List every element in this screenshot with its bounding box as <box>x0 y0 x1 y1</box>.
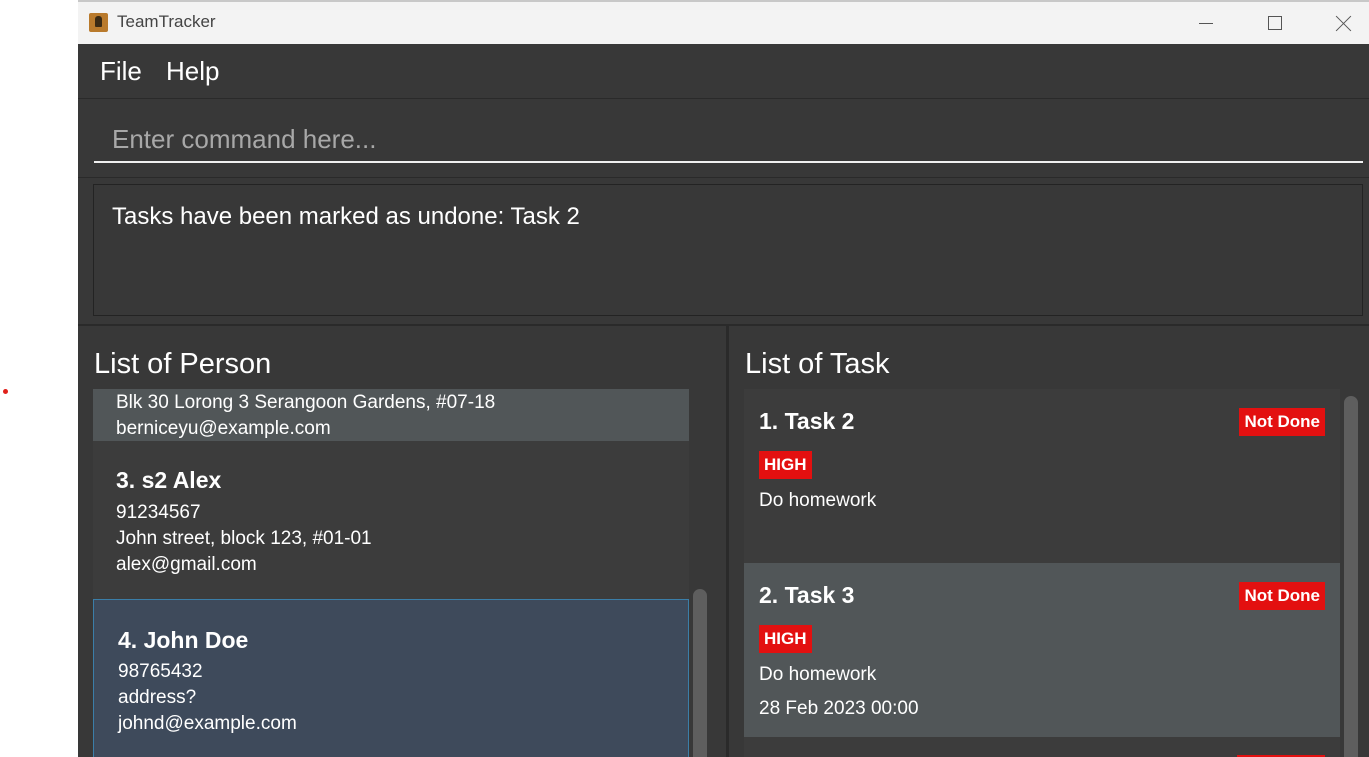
task-description: Do homework <box>759 490 877 511</box>
command-box <box>78 99 1369 178</box>
status-badge: Not Done <box>1239 408 1325 436</box>
result-display-area: Tasks have been marked as undone: Task 2 <box>78 178 1369 327</box>
maximize-button[interactable] <box>1240 2 1310 44</box>
task-panel: List of Task 1. Task 2 Not Done HIGH Do … <box>729 326 1369 757</box>
person-address: address? <box>118 687 197 708</box>
result-message: Tasks have been marked as undone: Task 2 <box>112 203 580 230</box>
priority-badge: HIGH <box>759 625 812 653</box>
app-window: TeamTracker File Help Tasks have been ma… <box>78 2 1369 757</box>
task-card[interactable] <box>744 737 1340 757</box>
task-list[interactable]: 1. Task 2 Not Done HIGH Do homework 2. T… <box>744 389 1340 757</box>
task-list-scrollbar[interactable] <box>1344 396 1358 757</box>
person-address: John street, block 123, #01-01 <box>116 528 372 549</box>
task-title: 2. Task 3 <box>759 582 855 608</box>
task-deadline: 28 Feb 2023 00:00 <box>759 698 919 719</box>
result-display[interactable]: Tasks have been marked as undone: Task 2 <box>93 184 1363 316</box>
priority-badge: HIGH <box>759 451 812 479</box>
person-email: berniceyu@example.com <box>116 418 331 439</box>
person-panel-title: List of Person <box>94 348 272 380</box>
menu-file[interactable]: File <box>100 56 142 87</box>
task-description: Do homework <box>759 664 877 685</box>
minimize-icon <box>1199 22 1213 24</box>
task-card[interactable]: 1. Task 2 Not Done HIGH Do homework <box>744 389 1340 563</box>
person-card-selected[interactable]: 4. John Doe 98765432 address? johnd@exam… <box>93 599 689 757</box>
person-list-scrollbar[interactable] <box>693 589 707 757</box>
cursor-dot <box>3 389 8 394</box>
close-icon <box>1336 15 1352 31</box>
status-badge: Not Done <box>1239 582 1325 610</box>
app-icon <box>89 13 108 32</box>
menu-help[interactable]: Help <box>166 56 219 87</box>
window-title: TeamTracker <box>117 12 216 31</box>
desktop: TeamTracker File Help Tasks have been ma… <box>0 0 1369 757</box>
task-title: 1. Task 2 <box>759 408 855 434</box>
task-card[interactable]: 2. Task 3 Not Done HIGH Do homework 28 F… <box>744 563 1340 737</box>
person-email: alex@gmail.com <box>116 554 257 575</box>
person-card[interactable]: Blk 30 Lorong 3 Serangoon Gardens, #07-1… <box>93 389 689 441</box>
person-list[interactable]: Blk 30 Lorong 3 Serangoon Gardens, #07-1… <box>93 389 689 757</box>
person-card[interactable]: 3. s2 Alex 91234567 John street, block 1… <box>93 441 689 599</box>
person-panel: List of Person Blk 30 Lorong 3 Serangoon… <box>78 326 729 757</box>
person-name: 4. John Doe <box>118 627 249 653</box>
title-bar[interactable]: TeamTracker <box>78 2 1369 44</box>
person-phone: 91234567 <box>116 502 201 523</box>
person-name: 3. s2 Alex <box>116 467 222 493</box>
close-button[interactable] <box>1309 2 1369 44</box>
person-phone: 98765432 <box>118 661 203 682</box>
command-input[interactable] <box>94 117 1363 163</box>
person-address: Blk 30 Lorong 3 Serangoon Gardens, #07-1… <box>116 392 496 413</box>
person-email: johnd@example.com <box>118 713 297 734</box>
task-panel-title: List of Task <box>745 348 890 380</box>
maximize-icon <box>1268 16 1282 30</box>
minimize-button[interactable] <box>1171 2 1241 44</box>
menu-bar: File Help <box>78 44 1369 99</box>
